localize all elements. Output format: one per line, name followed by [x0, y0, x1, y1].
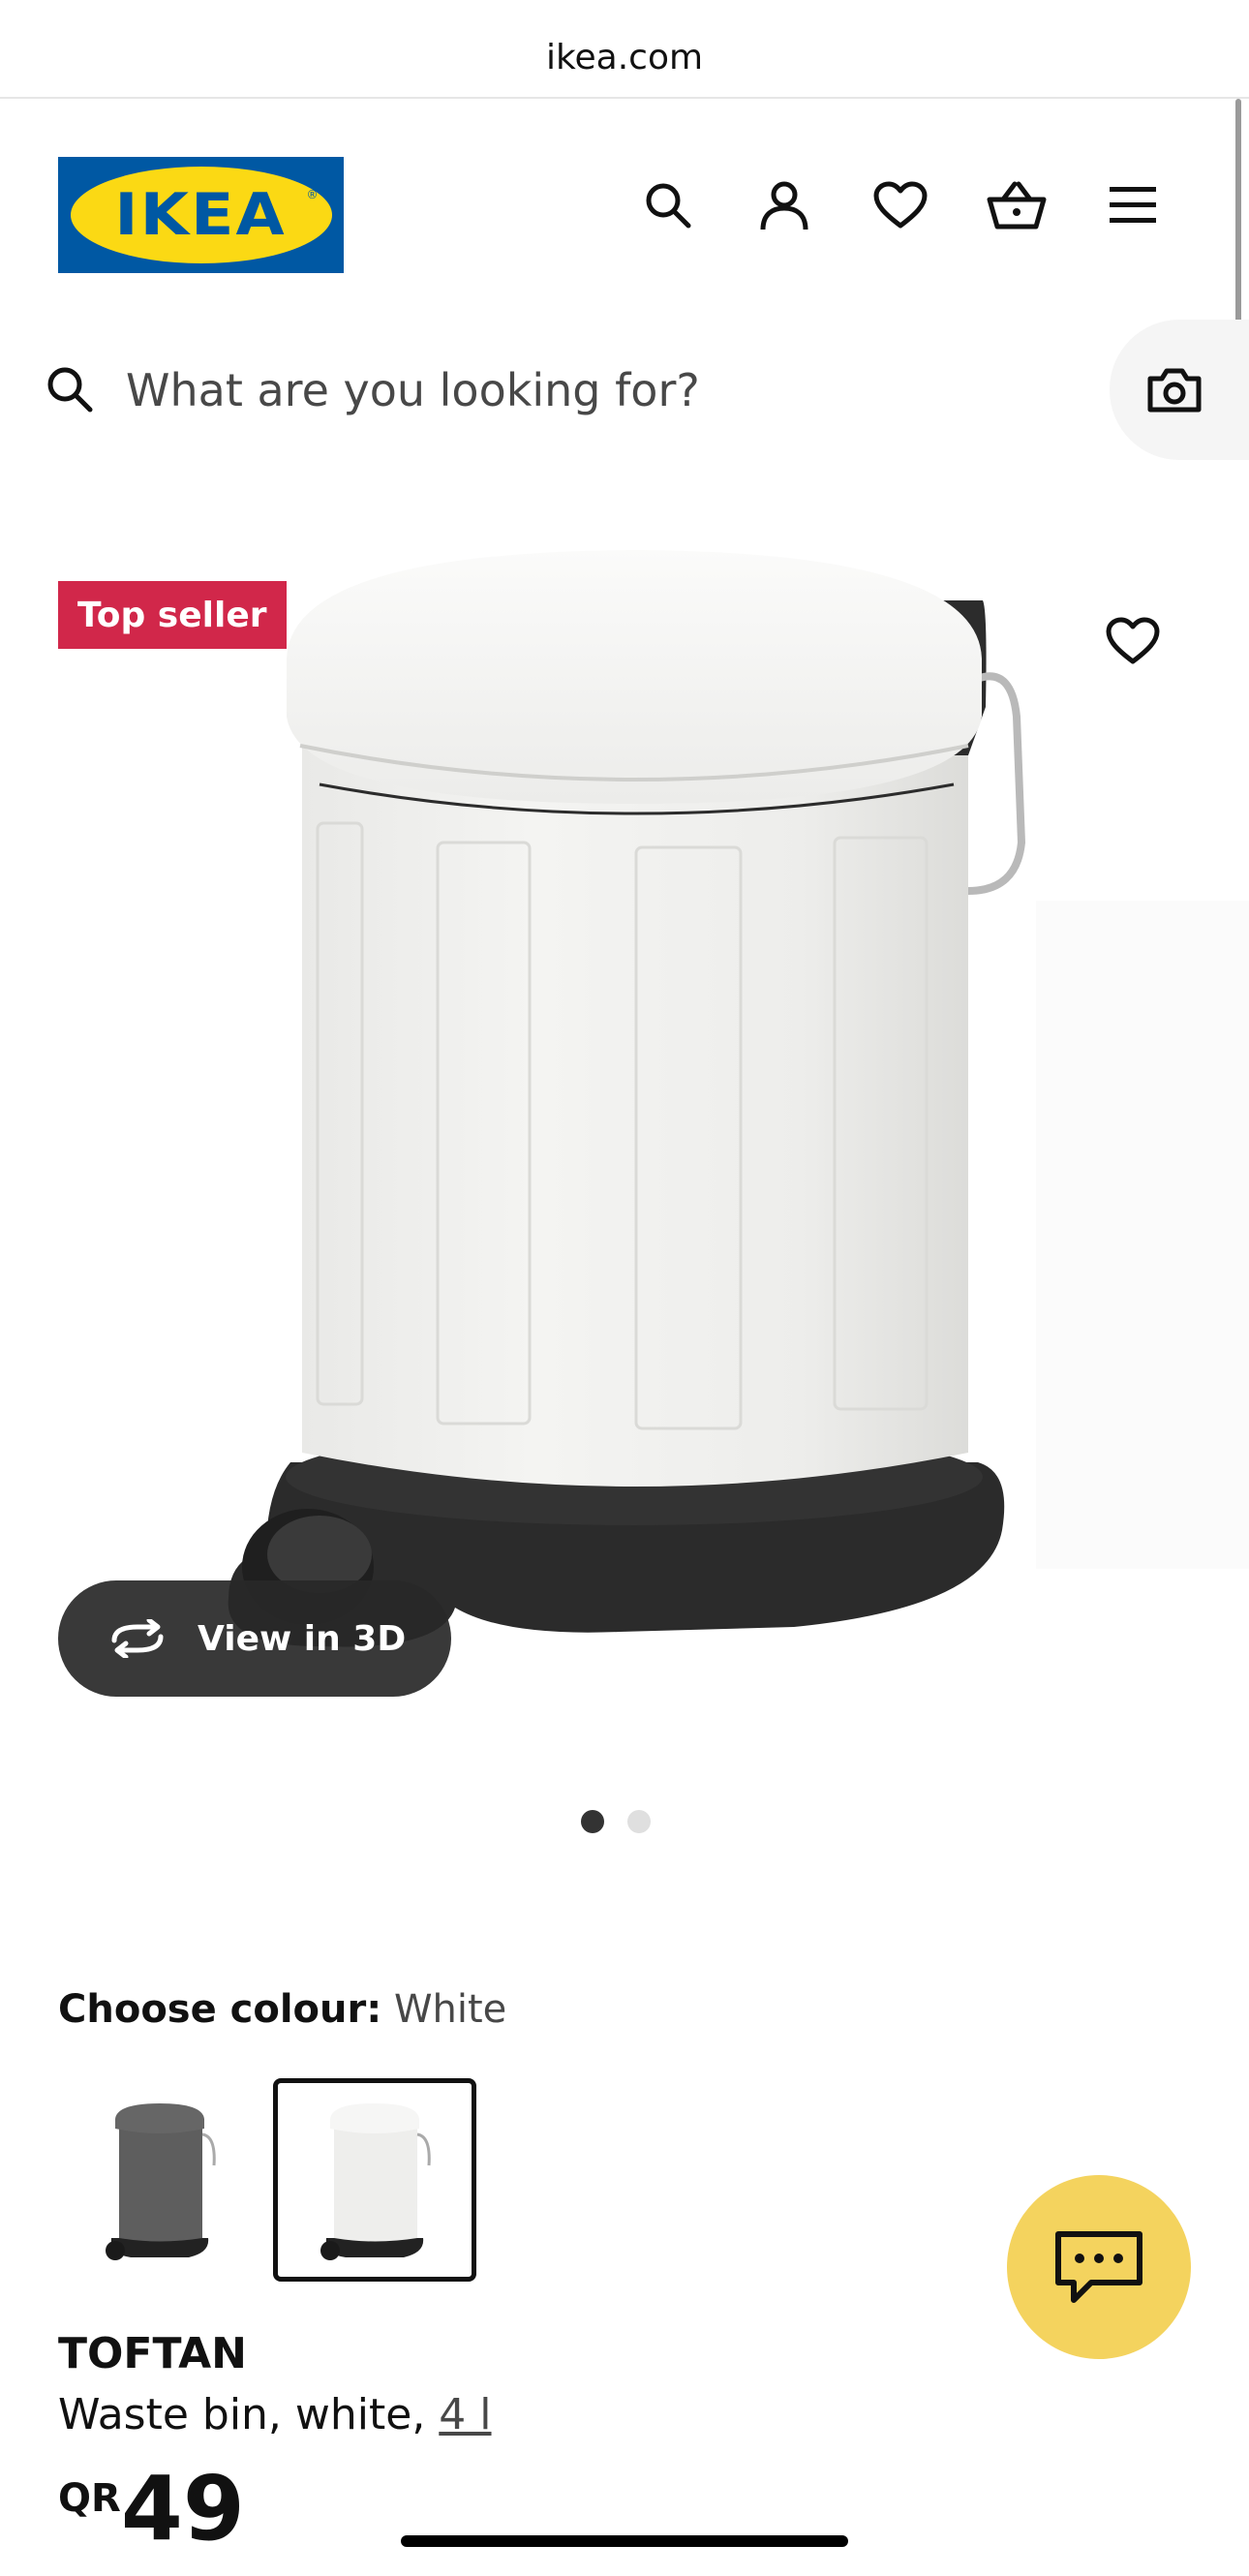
colour-value: White [393, 1987, 507, 2032]
product-description: Waste bin, white, 4 l [58, 2390, 492, 2439]
product-price: QR 49 [58, 2465, 245, 2554]
user-icon[interactable] [753, 174, 815, 236]
view-in-3d-button[interactable]: View in 3D [58, 1580, 451, 1697]
logo-text: IKEA [114, 181, 288, 249]
browser-url-bar[interactable]: ikea.com [0, 0, 1249, 99]
gallery-pagination [581, 1807, 678, 1836]
dark-grey-bin-thumbnail [106, 2103, 216, 2260]
heart-icon[interactable] [869, 174, 931, 236]
product-size-link[interactable]: 4 l [439, 2390, 491, 2439]
colour-heading: Choose colour: White [58, 1987, 506, 2032]
camera-icon [1147, 368, 1202, 412]
add-to-favourites-button[interactable] [1102, 610, 1164, 672]
basket-icon[interactable] [986, 174, 1048, 236]
product-name: TOFTAN [58, 2329, 247, 2378]
search-field-icon [39, 358, 101, 420]
search-icon[interactable] [637, 174, 699, 236]
top-seller-badge: Top seller [58, 581, 287, 649]
price-currency: QR [58, 2476, 121, 2521]
search-input[interactable] [126, 349, 1094, 431]
product-description-text: Waste bin, white, [58, 2390, 440, 2439]
colour-label: Choose colour: [58, 1987, 382, 2032]
url-text: ikea.com [545, 37, 704, 77]
search-box[interactable] [0, 320, 1123, 460]
rotate-3d-icon [107, 1614, 168, 1663]
white-bin-thumbnail [320, 2103, 431, 2260]
price-amount: 49 [120, 2457, 245, 2561]
home-indicator [401, 2535, 848, 2547]
registered-mark: ® [306, 188, 319, 201]
menu-icon[interactable] [1102, 174, 1164, 236]
logo-oval: IKEA ® [70, 167, 332, 263]
view-in-3d-label: View in 3D [198, 1618, 407, 1659]
ikea-logo[interactable]: IKEA ® [58, 157, 344, 273]
gallery-dot[interactable] [581, 1810, 604, 1833]
colour-swatch-dark-grey[interactable] [58, 2078, 261, 2282]
colour-swatch-white[interactable] [273, 2078, 476, 2282]
chat-button[interactable] [1007, 2175, 1191, 2359]
site-header: IKEA ® [0, 99, 1249, 331]
search-bar [0, 320, 1249, 460]
chat-icon [1055, 2231, 1142, 2303]
heart-icon [1106, 617, 1160, 664]
visual-search-button[interactable] [1110, 320, 1249, 460]
product-gallery[interactable]: Top seller View in 3D [0, 523, 1249, 1782]
gallery-dot[interactable] [627, 1810, 651, 1833]
